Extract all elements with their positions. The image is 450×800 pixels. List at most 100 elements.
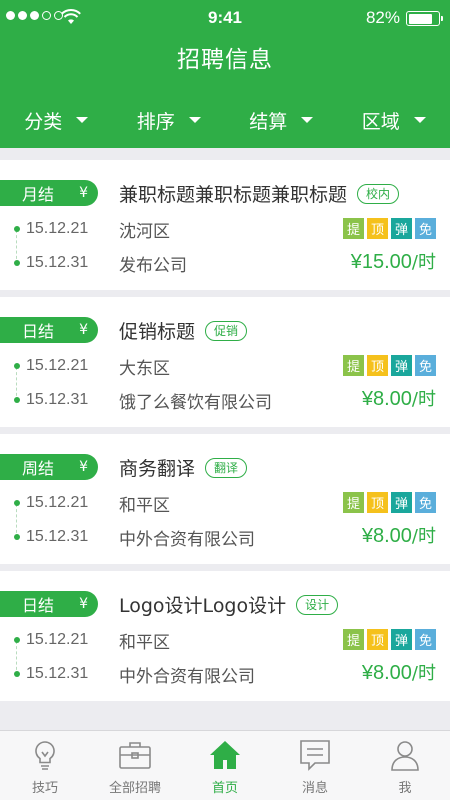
filter-category[interactable]: 分类 [0, 100, 113, 140]
flag-mian: 免 [415, 355, 436, 376]
flag-mian: 免 [415, 629, 436, 650]
filter-label: 排序 [136, 110, 175, 133]
status-bar: 9:41 82% [0, 0, 450, 36]
flag-mian: 免 [415, 492, 436, 513]
price: ¥15.00/时 [351, 248, 436, 274]
message-icon [300, 740, 330, 771]
job-title: 商务翻译 翻译 [119, 454, 248, 481]
end-date: 15.12.31 [14, 528, 88, 546]
company-name: 饿了么餐饮有限公司 [119, 393, 272, 413]
pay-cycle-label: 周结 [22, 459, 55, 478]
feature-flags: 提 顶 弹 免 [343, 492, 436, 513]
flag-ding: 顶 [367, 629, 388, 650]
flag-ti: 提 [343, 218, 364, 239]
tab-label: 我 [398, 781, 412, 796]
filter-label: 结算 [249, 110, 288, 133]
filter-sort[interactable]: 排序 [113, 100, 226, 140]
price: ¥8.00/时 [362, 659, 436, 685]
start-date-text: 15.12.21 [26, 220, 89, 237]
company-name: 中外合资有限公司 [119, 667, 255, 687]
flag-tan: 弹 [391, 218, 412, 239]
start-date: 15.12.21 [14, 357, 88, 375]
caret-down-icon [188, 117, 201, 123]
job-title-text: 促销标题 [119, 321, 196, 343]
job-tag: 促销 [205, 320, 248, 341]
flag-ti: 提 [343, 629, 364, 650]
start-date: 15.12.21 [14, 494, 88, 512]
battery-icon [406, 11, 443, 26]
tab-label: 消息 [301, 781, 328, 796]
district: 沈河区 [119, 222, 170, 242]
tab-label: 首页 [211, 781, 238, 796]
filter-label: 分类 [24, 110, 63, 133]
start-date-text: 15.12.21 [26, 357, 89, 374]
price: ¥8.00/时 [362, 522, 436, 548]
header: 9:41 82% 招聘信息 分类 排序 结算 区域 [0, 0, 450, 148]
currency-symbol: ¥ [79, 185, 88, 201]
price-value: ¥8.00 [361, 388, 412, 410]
pay-cycle-badge: 日结 ¥ [0, 591, 98, 617]
filter-region[interactable]: 区域 [338, 100, 450, 140]
feature-flags: 提 顶 弹 免 [343, 629, 436, 650]
filter-label: 区域 [361, 110, 400, 133]
filter-settlement[interactable]: 结算 [225, 100, 338, 140]
end-date-text: 15.12.31 [26, 528, 89, 545]
price-unit: /时 [411, 526, 436, 547]
tab-all-jobs[interactable]: 全部招聘 [90, 731, 180, 800]
end-date-text: 15.12.31 [26, 391, 89, 408]
flag-tan: 弹 [391, 629, 412, 650]
tab-messages[interactable]: 消息 [270, 731, 360, 800]
price-unit: /时 [411, 663, 436, 684]
currency-symbol: ¥ [79, 322, 88, 338]
pay-cycle-label: 日结 [22, 596, 55, 615]
caret-down-icon [301, 117, 314, 123]
flag-ti: 提 [343, 492, 364, 513]
job-tag: 设计 [296, 594, 339, 615]
tab-me[interactable]: 我 [360, 731, 450, 800]
end-date-text: 15.12.31 [26, 254, 89, 271]
job-card[interactable]: 日结 ¥ 15.12.21 15.12.31 促销标题 促销 大东区 饿了么餐饮… [0, 297, 450, 427]
flag-mian: 免 [415, 218, 436, 239]
company-name: 中外合资有限公司 [119, 530, 255, 550]
filter-bar: 分类 排序 结算 区域 [0, 100, 450, 140]
feature-flags: 提 顶 弹 免 [343, 218, 436, 239]
job-tag: 翻译 [205, 457, 248, 478]
tab-home[interactable]: 首页 [180, 731, 270, 800]
job-tag: 校内 [357, 183, 400, 204]
end-date: 15.12.31 [14, 254, 88, 272]
flag-ding: 顶 [367, 218, 388, 239]
flag-ding: 顶 [367, 355, 388, 376]
battery-percent: 82% [365, 8, 400, 27]
tab-tips[interactable]: 技巧 [0, 731, 90, 800]
caret-down-icon [76, 117, 89, 123]
flag-ding: 顶 [367, 492, 388, 513]
flag-tan: 弹 [391, 355, 412, 376]
lightbulb-icon [35, 741, 55, 770]
tab-label: 全部招聘 [108, 781, 161, 796]
start-date: 15.12.21 [14, 631, 88, 649]
district: 和平区 [119, 633, 170, 653]
briefcase-icon [119, 742, 151, 769]
tab-label: 技巧 [31, 781, 58, 796]
pay-cycle-badge: 月结 ¥ [0, 180, 98, 206]
flag-ti: 提 [343, 355, 364, 376]
end-date: 15.12.31 [14, 391, 88, 409]
job-card[interactable]: 日结 ¥ 15.12.21 15.12.31 Logo设计Logo设计 设计 和… [0, 571, 450, 701]
district: 和平区 [119, 496, 170, 516]
job-title: Logo设计Logo设计 设计 [119, 591, 339, 618]
company-name: 发布公司 [119, 256, 187, 276]
job-title-text: 商务翻译 [119, 458, 196, 480]
job-card[interactable]: 周结 ¥ 15.12.21 15.12.31 商务翻译 翻译 和平区 中外合资有… [0, 434, 450, 564]
pay-cycle-label: 日结 [22, 322, 55, 341]
start-date-text: 15.12.21 [26, 494, 89, 511]
tab-bar: 技巧 全部招聘 首页 消息 我 [0, 730, 450, 800]
job-title-text: Logo设计Logo设计 [119, 595, 287, 617]
price-unit: /时 [411, 389, 436, 410]
price-value: ¥15.00 [350, 251, 412, 273]
job-card[interactable]: 月结 ¥ 15.12.21 15.12.31 兼职标题兼职标题兼职标题 校内 沈… [0, 160, 450, 290]
district: 大东区 [119, 359, 170, 379]
flag-tan: 弹 [391, 492, 412, 513]
job-title-text: 兼职标题兼职标题兼职标题 [119, 184, 348, 206]
home-icon [210, 741, 240, 769]
page-title: 招聘信息 [177, 47, 273, 73]
